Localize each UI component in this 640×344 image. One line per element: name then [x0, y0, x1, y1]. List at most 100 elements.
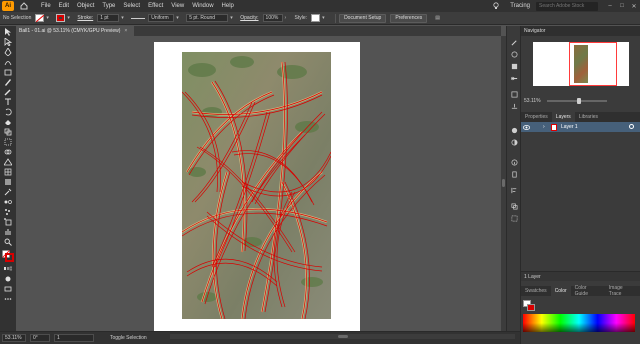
- menu-view[interactable]: View: [167, 0, 188, 12]
- document-tab[interactable]: Ball1 - 01.ai @ 53.11% (CMYK/GPU Preview…: [16, 26, 134, 36]
- menu-object[interactable]: Object: [73, 0, 98, 12]
- horizontal-scroll-thumb[interactable]: [338, 335, 348, 338]
- rotate-tool-icon[interactable]: [3, 108, 13, 116]
- artboard-navigation[interactable]: 1: [54, 334, 94, 342]
- transform-panel-icon[interactable]: [510, 214, 518, 222]
- stroke-swatch[interactable]: [56, 14, 66, 22]
- navigator-zoom-value[interactable]: 53.11%: [524, 98, 541, 104]
- scale-tool-icon[interactable]: [3, 128, 13, 136]
- close-tab-icon[interactable]: ×: [124, 28, 127, 34]
- brush-dropdown-icon[interactable]: ▾: [230, 14, 236, 22]
- profile-dropdown[interactable]: Uniform: [148, 14, 175, 22]
- appearance-panel-icon[interactable]: [510, 126, 518, 134]
- profile-dropdown-icon[interactable]: ▾: [176, 14, 182, 22]
- expand-layer-icon[interactable]: ›: [543, 124, 551, 130]
- color-mode-icons[interactable]: [3, 265, 13, 273]
- artboards-panel-icon[interactable]: [510, 90, 518, 98]
- asset-export-panel-icon[interactable]: [510, 102, 518, 110]
- zoom-tool-icon[interactable]: [3, 238, 13, 246]
- draw-mode-icon[interactable]: [3, 275, 13, 283]
- align-icon[interactable]: ▤: [435, 14, 441, 22]
- curvature-tool-icon[interactable]: [3, 58, 13, 66]
- opacity-field[interactable]: 100%: [262, 14, 283, 22]
- stroke-label[interactable]: Stroke:: [77, 15, 93, 21]
- navigator-view-box[interactable]: [569, 42, 617, 86]
- stock-search-input[interactable]: [539, 3, 593, 9]
- navigator-zoom-slider[interactable]: [546, 98, 607, 104]
- vertical-scroll-thumb[interactable]: [502, 179, 505, 187]
- symbols-panel-icon[interactable]: [510, 50, 518, 58]
- eraser-tool-icon[interactable]: [3, 118, 13, 126]
- minimize-button[interactable]: –: [604, 0, 616, 12]
- selection-tool-icon[interactable]: [3, 28, 13, 36]
- artboard-tool-icon[interactable]: [3, 218, 13, 226]
- layer-target-icon[interactable]: [629, 124, 634, 129]
- color-spectrum[interactable]: [523, 314, 635, 332]
- info-panel-icon[interactable]: [510, 158, 518, 166]
- eyedropper-tool-icon[interactable]: [3, 188, 13, 196]
- layer-row[interactable]: › Layer 1: [521, 122, 640, 132]
- brushes-panel-icon[interactable]: [510, 38, 518, 46]
- navigator-preview[interactable]: [521, 36, 640, 96]
- document-setup-button[interactable]: Document Setup: [339, 13, 387, 23]
- menu-effect[interactable]: Effect: [144, 0, 167, 12]
- zoom-level-field[interactable]: 53.11%: [2, 334, 26, 342]
- hand-tool-icon[interactable]: [3, 228, 13, 236]
- document-info-panel-icon[interactable]: [510, 170, 518, 178]
- tab-image-trace[interactable]: Image Trace: [605, 285, 640, 297]
- visibility-eye-icon[interactable]: [521, 124, 531, 130]
- home-icon[interactable]: [19, 1, 29, 11]
- fill-stroke-indicator[interactable]: [2, 250, 14, 262]
- pencil-tool-icon[interactable]: [3, 88, 13, 96]
- horizontal-scrollbar[interactable]: [170, 334, 515, 339]
- tab-color[interactable]: Color: [550, 286, 571, 296]
- canvas-area[interactable]: [16, 36, 501, 331]
- menu-help[interactable]: Help: [218, 0, 238, 12]
- free-transform-tool-icon[interactable]: [3, 138, 13, 146]
- workspace-switcher[interactable]: Tracing: [510, 3, 530, 9]
- layer-name[interactable]: Layer 1: [561, 124, 578, 130]
- pathfinder-panel-icon[interactable]: [510, 202, 518, 210]
- pen-tool-icon[interactable]: [3, 48, 13, 56]
- stroke-weight-dropdown-icon[interactable]: ▾: [121, 14, 127, 22]
- paintbrush-tool-icon[interactable]: [3, 78, 13, 86]
- tab-color-guide[interactable]: Color Guide: [571, 285, 605, 297]
- symbol-sprayer-tool-icon[interactable]: [3, 208, 13, 216]
- lightbulb-icon[interactable]: [492, 1, 500, 11]
- rotation-field[interactable]: 0°: [30, 334, 50, 342]
- tab-layers[interactable]: Layers: [551, 112, 575, 122]
- navigator-zoom-knob[interactable]: [576, 98, 581, 104]
- preferences-button[interactable]: Preferences: [390, 13, 428, 23]
- traced-artwork[interactable]: [182, 52, 331, 319]
- more-tools-icon[interactable]: [3, 295, 13, 303]
- tab-swatches[interactable]: Swatches: [521, 286, 551, 296]
- color-stroke-swatch[interactable]: [527, 304, 535, 311]
- tab-properties[interactable]: Properties: [521, 112, 552, 122]
- perspective-grid-tool-icon[interactable]: [3, 158, 13, 166]
- menu-file[interactable]: File: [37, 0, 55, 12]
- links-panel-icon[interactable]: [510, 74, 518, 82]
- menu-select[interactable]: Select: [119, 0, 144, 12]
- style-swatch[interactable]: [311, 14, 321, 22]
- gradient-tool-icon[interactable]: [3, 178, 13, 186]
- menu-type[interactable]: Type: [98, 0, 119, 12]
- menu-edit[interactable]: Edit: [55, 0, 73, 12]
- transparency-panel-icon[interactable]: [510, 138, 518, 146]
- mesh-tool-icon[interactable]: [3, 168, 13, 176]
- shape-builder-tool-icon[interactable]: [3, 148, 13, 156]
- screen-mode-icon[interactable]: [3, 285, 13, 293]
- opacity-dropdown-icon[interactable]: ›: [285, 14, 291, 22]
- brush-dropdown[interactable]: 5 pt. Round: [186, 14, 229, 22]
- tab-libraries[interactable]: Libraries: [575, 112, 602, 122]
- direct-selection-tool-icon[interactable]: [3, 38, 13, 46]
- opacity-label[interactable]: Opacity:: [240, 15, 258, 21]
- stroke-weight-field[interactable]: 1 pt: [97, 14, 120, 22]
- style-dropdown-icon[interactable]: ▾: [322, 14, 328, 22]
- stock-search[interactable]: [536, 1, 598, 11]
- type-tool-icon[interactable]: [3, 98, 13, 106]
- align-panel-icon[interactable]: [510, 186, 518, 194]
- graphic-styles-panel-icon[interactable]: [510, 62, 518, 70]
- close-window-button[interactable]: ✕: [628, 0, 640, 12]
- fill-swatch[interactable]: [35, 14, 45, 22]
- rectangle-tool-icon[interactable]: [3, 68, 13, 76]
